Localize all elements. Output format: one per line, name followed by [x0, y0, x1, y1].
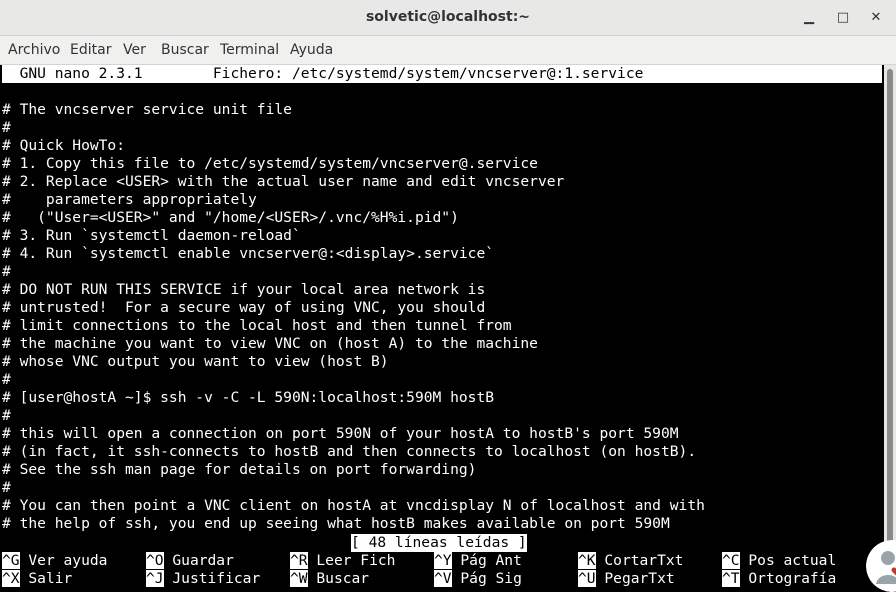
menu-ver[interactable]: Ver [123, 42, 146, 58]
editor-line: # [2, 479, 11, 496]
editor-line: # (in fact, it ssh-connects to hostB and… [2, 443, 697, 460]
editor-line: # whose VNC output you want to view (hos… [2, 353, 389, 370]
menu-buscar[interactable]: Buscar [161, 42, 209, 58]
shortcut-label: CortarTxt [604, 552, 684, 569]
shortcut-key: ^Y [434, 552, 452, 569]
close-icon[interactable]: ✕ [866, 8, 886, 28]
shortcut-key: ^J [146, 570, 164, 587]
shortcut-key: ^O [146, 552, 164, 569]
editor-line: # 3. Run `systemctl daemon-reload` [2, 227, 301, 244]
editor-line: # the machine you want to view VNC on (h… [2, 335, 538, 352]
window-title: solvetic@localhost:~ [365, 9, 531, 25]
shortcut-item[interactable]: ^J Justificar [146, 570, 260, 588]
window-titlebar: solvetic@localhost:~ ▁ □ ✕ [0, 0, 896, 36]
shortcut-label: Justificar [172, 570, 261, 587]
editor-line: # See the ssh man page for details on po… [2, 461, 477, 478]
editor-line: # this will open a connection on port 59… [2, 425, 679, 442]
shortcut-key: ^V [434, 570, 452, 587]
nano-status: [ 48 líneas leídas ] [351, 534, 527, 552]
nano-header-text: GNU nano 2.3.1 Fichero: /etc/systemd/sys… [2, 65, 644, 82]
shortcut-label: Pág Sig [460, 570, 522, 587]
shortcut-item[interactable]: ^X Salir [2, 570, 72, 588]
editor-line: # limit connections to the local host an… [2, 317, 512, 334]
menu-ayuda[interactable]: Ayuda [290, 42, 333, 58]
shortcut-item[interactable]: ^G Ver ayuda [2, 552, 107, 570]
scrollbar[interactable] [884, 65, 896, 589]
shortcut-key: ^U [578, 570, 596, 587]
shortcut-label: Ortografía [748, 570, 837, 587]
shortcut-label: Leer Fich [316, 552, 396, 569]
editor-line: # [2, 119, 11, 136]
shortcut-key: ^T [722, 570, 740, 587]
shortcut-item[interactable]: ^W Buscar [290, 570, 369, 588]
editor-line: # You can then point a VNC client on hos… [2, 497, 705, 514]
shortcut-item[interactable]: ^T Ortografía [722, 570, 836, 588]
shortcut-item[interactable]: ^Y Pág Ant [434, 552, 522, 570]
shortcut-item[interactable]: ^R Leer Fich [290, 552, 395, 570]
maximize-icon[interactable]: □ [833, 8, 853, 28]
shortcut-key: ^R [290, 552, 308, 569]
shortcut-item[interactable]: ^O Guardar [146, 552, 234, 570]
editor-line: # Quick HowTo: [2, 137, 126, 154]
shortcut-label: Pos actual [748, 552, 837, 569]
editor-line: # parameters appropriately [2, 191, 257, 208]
shortcut-label: Pág Ant [460, 552, 522, 569]
shortcut-key: ^G [2, 552, 20, 569]
shortcut-label: Ver ayuda [28, 552, 108, 569]
nano-header: GNU nano 2.3.1 Fichero: /etc/systemd/sys… [2, 65, 882, 83]
shortcut-label: PegarTxt [604, 570, 675, 587]
editor-line: # untrusted! For a secure way of using V… [2, 299, 486, 316]
editor-line: # [2, 263, 11, 280]
editor-line: # 4. Run `systemctl enable vncserver@:<d… [2, 245, 495, 262]
shortcut-key: ^K [578, 552, 596, 569]
menu-terminal[interactable]: Terminal [220, 42, 279, 58]
shortcut-key: ^W [290, 570, 308, 587]
shortcut-item[interactable]: ^K CortarTxt [578, 552, 683, 570]
editor-line: # [2, 371, 11, 388]
editor-line: # the help of ssh, you end up seeing wha… [2, 515, 670, 532]
editor-line: # The vncserver service unit file [2, 101, 292, 118]
shortcut-item[interactable]: ^V Pág Sig [434, 570, 522, 588]
shortcut-item[interactable]: ^C Pos actual [722, 552, 836, 570]
menu-editar[interactable]: Editar [70, 42, 111, 58]
shortcut-label: Buscar [316, 570, 370, 587]
shortcut-label: Guardar [172, 552, 234, 569]
menu-archivo[interactable]: Archivo [8, 42, 60, 58]
editor-line: # [user@hostA ~]$ ssh -v -C -L 590N:loca… [2, 389, 495, 406]
editor-line: # 2. Replace <USER> with the actual user… [2, 173, 565, 190]
shortcut-key: ^X [2, 570, 20, 587]
editor-line: # DO NOT RUN THIS SERVICE if your local … [2, 281, 486, 298]
minimize-icon[interactable]: ▁ [799, 8, 819, 28]
editor-line: # 1. Copy this file to /etc/systemd/syst… [2, 155, 538, 172]
editor-line: # ("User=<USER>" and "/home/<USER>/.vnc/… [2, 209, 459, 226]
shortcut-label: Salir [28, 570, 73, 587]
shortcut-key: ^C [722, 552, 740, 569]
editor-line: # [2, 407, 11, 424]
scrollbar-thumb[interactable] [887, 69, 893, 583]
menu-bar: Archivo Editar Ver Buscar Terminal Ayuda [0, 36, 896, 65]
shortcut-item[interactable]: ^U PegarTxt [578, 570, 675, 588]
